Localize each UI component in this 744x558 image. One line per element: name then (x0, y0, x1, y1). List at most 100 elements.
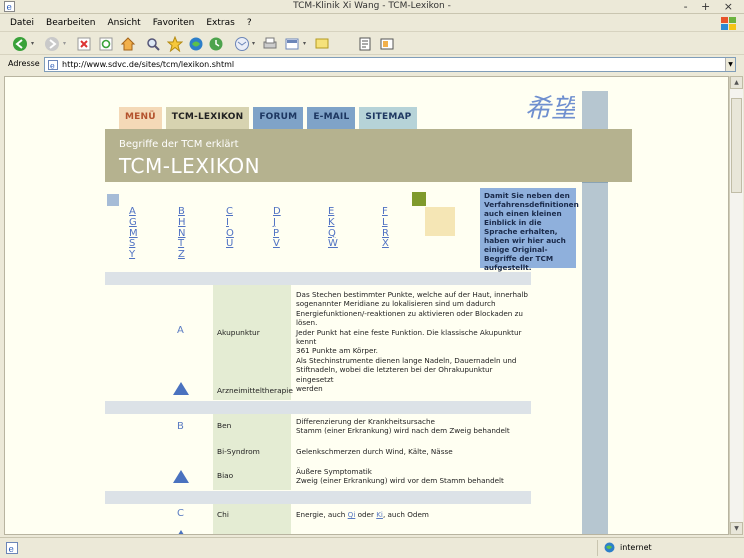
alphabet-column-3: C I O U (226, 206, 234, 250)
section-c: C Chi Energie, auch Qi oder Ki, auch Ode… (105, 504, 531, 534)
stop-icon[interactable] (76, 36, 92, 52)
media-icon[interactable] (188, 36, 204, 52)
scroll-up-icon[interactable]: ▲ (730, 76, 743, 89)
alphabet-column-1: A G M S Y (129, 206, 138, 261)
term-bi-syndrom: Bi-Syndrom (217, 447, 260, 456)
letter-link-j[interactable]: J (273, 217, 281, 229)
section-a: A Akupunktur Das Stechen bestimmter Punk… (105, 285, 531, 400)
link-ki[interactable]: Ki (376, 510, 383, 519)
window-title: TCM-Klinik Xi Wang - TCM-Lexikon - (293, 1, 451, 11)
term-akupunktur: Akupunktur (217, 328, 260, 337)
letter-link-x[interactable]: X (382, 239, 389, 250)
security-zone: internet (597, 540, 737, 556)
mail-dropdown-icon[interactable]: ▾ (252, 40, 255, 47)
nav-email[interactable]: E-MAIL (307, 107, 356, 129)
back-dropdown-icon[interactable]: ▾ (31, 40, 34, 47)
refresh-icon[interactable] (98, 36, 114, 52)
definition-chi: Energie, auch Qi oder Ki, auch Odem (296, 510, 429, 519)
term-chi: Chi (217, 510, 229, 519)
definition-biao: Äußere Symptomatik Zweig (einer Erkranku… (296, 467, 504, 486)
favorites-star-icon[interactable] (167, 36, 183, 52)
messenger-icon[interactable] (357, 36, 373, 52)
nav-forum[interactable]: FORUM (253, 107, 304, 129)
forward-dropdown-icon[interactable]: ▾ (63, 40, 66, 47)
section-letter-b: B (177, 421, 184, 432)
address-url[interactable]: http://www.sdvc.de/sites/tcm/lexikon.sht… (62, 60, 234, 69)
section-letter-c: C (177, 508, 184, 519)
main-nav: MENÜ TCM-LEXIKON FORUM E-MAIL SITEMAP (119, 107, 418, 129)
letter-link-u[interactable]: U (226, 239, 234, 250)
address-dropdown-icon[interactable]: ▼ (725, 58, 735, 71)
menu-help[interactable]: ? (247, 18, 252, 28)
menu-datei[interactable]: Datei (10, 18, 34, 28)
info-box: Damit Sie neben den Verfahrensdefinition… (480, 188, 579, 272)
term-ben: Ben (217, 421, 232, 430)
status-bar: e internet (0, 537, 744, 558)
letter-link-y[interactable]: Y (129, 249, 138, 261)
page-title: TCM-LEXIKON (119, 154, 261, 178)
menu-favoriten[interactable]: Favoriten (153, 18, 195, 28)
term-arzneimitteltherapie: Arzneimitteltherapie (217, 386, 293, 395)
research-icon[interactable] (379, 36, 395, 52)
xi-wang-logo: 希望 (525, 94, 575, 123)
section-separator (105, 272, 531, 285)
section-b: B Ben Differenzierung der Krankheitsursa… (105, 414, 531, 490)
title-bar: e TCM-Klinik Xi Wang - TCM-Lexikon - - +… (0, 0, 744, 14)
alphabet-column-2: B H N T Z (178, 206, 186, 261)
address-label: Adresse (8, 59, 40, 68)
letter-link-l[interactable]: L (382, 217, 389, 229)
zone-label: internet (620, 543, 652, 552)
menu-bar: Datei Bearbeiten Ansicht Favoriten Extra… (0, 15, 744, 32)
banner-subtitle: Begriffe der TCM erklärt (119, 139, 239, 150)
page-icon: e (48, 60, 58, 70)
edit-dropdown-icon[interactable]: ▾ (303, 40, 306, 47)
decorative-square-green (412, 192, 426, 206)
letter-link-k[interactable]: K (328, 217, 338, 229)
back-to-top-icon[interactable] (173, 530, 189, 534)
print-icon[interactable] (262, 36, 278, 52)
menu-extras[interactable]: Extras (206, 18, 234, 28)
nav-tcm-lexikon[interactable]: TCM-LEXIKON (165, 107, 250, 129)
letter-link-i[interactable]: I (226, 217, 234, 229)
nav-sitemap[interactable]: SITEMAP (359, 107, 418, 129)
forward-icon[interactable] (44, 36, 60, 52)
edit-icon[interactable] (284, 36, 300, 52)
scroll-down-icon[interactable]: ▼ (730, 522, 743, 535)
decorative-square-beige (425, 207, 455, 236)
mail-icon[interactable] (234, 36, 250, 52)
menu-bearbeiten[interactable]: Bearbeiten (46, 18, 95, 28)
menu-ansicht[interactable]: Ansicht (107, 18, 140, 28)
back-icon[interactable] (12, 36, 28, 52)
letter-link-w[interactable]: W (328, 239, 338, 250)
letter-link-v[interactable]: V (273, 239, 281, 250)
window-controls[interactable]: - + × (684, 0, 738, 13)
section-letter-a: A (177, 325, 184, 336)
back-to-top-icon[interactable] (173, 382, 189, 395)
nav-menu[interactable]: MENÜ (119, 107, 162, 129)
page-viewport: 希望 MENÜ TCM-LEXIKON FORUM E-MAIL SITEMAP… (4, 76, 729, 535)
term-biao: Biao (217, 471, 234, 480)
svg-text:希望: 希望 (525, 94, 575, 123)
letter-link-h[interactable]: H (178, 217, 186, 229)
toolbar: ▾ ▾ ▾ ▾ (0, 33, 744, 55)
definition-akupunktur: Das Stechen bestimmter Punkte, welche au… (296, 290, 528, 394)
letter-link-z[interactable]: Z (178, 249, 186, 261)
letter-link-g[interactable]: G (129, 217, 138, 229)
address-input[interactable]: e http://www.sdvc.de/sites/tcm/lexikon.s… (44, 57, 736, 72)
page-banner: Begriffe der TCM erklärt TCM-LEXIKON (105, 129, 632, 182)
svg-text:e: e (50, 62, 55, 71)
vertical-scrollbar[interactable]: ▲ ▼ (729, 76, 743, 535)
search-icon[interactable] (145, 36, 161, 52)
alphabet-column-4: D J P V (273, 206, 281, 250)
alphabet-column-5: E K Q W (328, 206, 338, 250)
page-status-icon: e (6, 542, 18, 554)
discuss-icon[interactable] (314, 36, 330, 52)
home-icon[interactable] (120, 36, 136, 52)
definition-bi-syndrom: Gelenkschmerzen durch Wind, Kälte, Nässe (296, 447, 453, 456)
back-to-top-icon[interactable] (173, 470, 189, 483)
section-separator (105, 491, 531, 504)
decorative-square-blue (107, 194, 119, 206)
section-separator (105, 401, 531, 414)
scroll-thumb[interactable] (731, 98, 742, 193)
history-icon[interactable] (208, 36, 224, 52)
